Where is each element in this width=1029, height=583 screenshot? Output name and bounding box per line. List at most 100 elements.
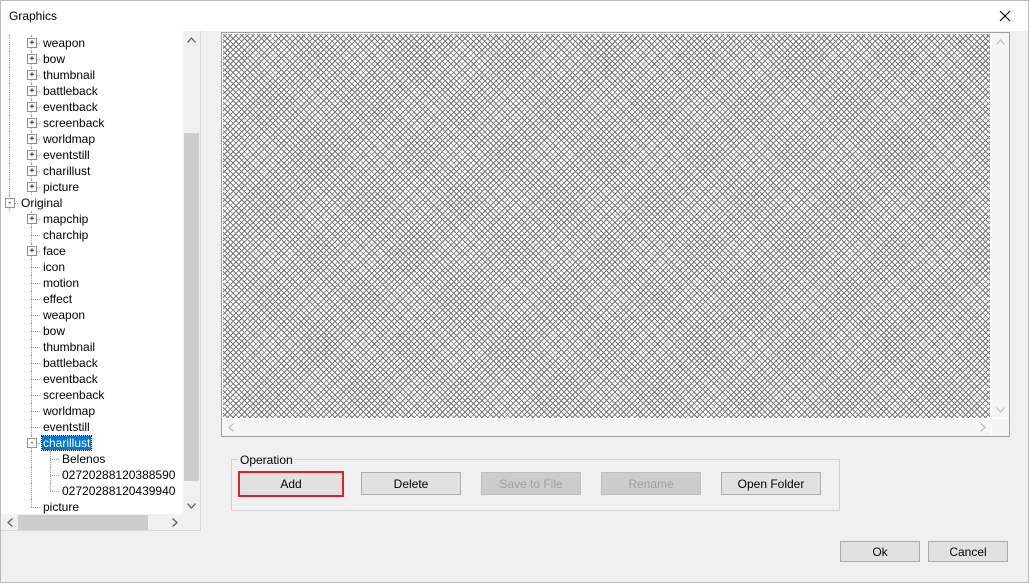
expand-plus-icon[interactable]: + bbox=[27, 70, 37, 80]
tree-item[interactable]: bow bbox=[1, 323, 183, 339]
title-bar: Graphics bbox=[1, 1, 1028, 31]
tree-item[interactable]: Belenos bbox=[1, 451, 183, 467]
tree-item[interactable]: + battleback bbox=[1, 83, 183, 99]
expand-plus-icon[interactable]: + bbox=[27, 86, 37, 96]
tree-item-label: mapchip bbox=[43, 212, 89, 226]
tree-item[interactable]: worldmap bbox=[1, 403, 183, 419]
tree-item[interactable]: eventback bbox=[1, 371, 183, 387]
tree-connector-line bbox=[9, 131, 10, 147]
tree-item[interactable]: + eventstill bbox=[1, 147, 183, 163]
collapse-minus-icon[interactable]: - bbox=[5, 198, 15, 208]
tree-item[interactable]: + face bbox=[1, 243, 183, 259]
tree-item-label: eventback bbox=[43, 100, 98, 114]
tree-item[interactable]: weapon bbox=[1, 307, 183, 323]
tree-horizontal-scroll-thumb[interactable] bbox=[18, 515, 148, 530]
tree-item-label: worldmap bbox=[43, 404, 96, 418]
expand-plus-icon[interactable]: + bbox=[27, 246, 37, 256]
tree-horizontal-scrollbar[interactable] bbox=[1, 514, 183, 530]
tree-item-label: eventstill bbox=[43, 420, 90, 434]
tree-item[interactable]: + charillust bbox=[1, 163, 183, 179]
expand-plus-icon[interactable]: + bbox=[27, 150, 37, 160]
tree-connector-line bbox=[50, 483, 51, 491]
scroll-left-arrow-icon[interactable] bbox=[1, 514, 18, 530]
tree-item-label: worldmap bbox=[43, 132, 96, 146]
add-button[interactable]: Add bbox=[238, 471, 344, 497]
tree-item-label: weapon bbox=[43, 308, 86, 322]
tree-connector-line bbox=[9, 163, 10, 179]
expand-plus-icon[interactable]: + bbox=[27, 134, 37, 144]
tree-connector-line bbox=[31, 507, 40, 508]
preview-scroll-left-icon[interactable] bbox=[222, 419, 239, 436]
rename-button[interactable]: Rename bbox=[601, 472, 701, 495]
tree-connector-line bbox=[31, 411, 40, 412]
open-folder-button[interactable]: Open Folder bbox=[721, 472, 821, 495]
tree-item[interactable]: icon bbox=[1, 259, 183, 275]
tree-item[interactable]: + eventback bbox=[1, 99, 183, 115]
tree-item[interactable]: + weapon bbox=[1, 35, 183, 51]
preview-scroll-down-icon[interactable] bbox=[992, 401, 1009, 418]
tree-item[interactable]: battleback bbox=[1, 355, 183, 371]
scrollbar-corner bbox=[183, 514, 200, 530]
scroll-down-arrow-icon[interactable] bbox=[183, 497, 200, 514]
preview-scroll-right-icon[interactable] bbox=[974, 419, 991, 436]
tree-item[interactable]: screenback bbox=[1, 387, 183, 403]
delete-button[interactable]: Delete bbox=[361, 472, 461, 495]
tree-item-label: weapon bbox=[43, 36, 86, 50]
tree-item[interactable]: eventstill bbox=[1, 419, 183, 435]
tree-item[interactable]: 02720288120388590 bbox=[1, 467, 183, 483]
tree-item[interactable]: thumbnail bbox=[1, 339, 183, 355]
tree-item[interactable]: motion bbox=[1, 275, 183, 291]
preview-scroll-up-icon[interactable] bbox=[992, 33, 1009, 50]
close-button[interactable] bbox=[982, 1, 1028, 31]
tree-item[interactable]: charchip bbox=[1, 227, 183, 243]
graphic-preview-pane[interactable] bbox=[221, 32, 1010, 437]
tree-item-label: thumbnail bbox=[43, 340, 96, 354]
tree-item[interactable]: 02720288120439940 bbox=[1, 483, 183, 499]
tree-item[interactable]: - charillust bbox=[1, 435, 183, 451]
expand-plus-icon[interactable]: + bbox=[27, 166, 37, 176]
tree-connector-line bbox=[31, 315, 40, 316]
preview-horizontal-scrollbar[interactable] bbox=[222, 419, 991, 436]
tree-item-label: screenback bbox=[43, 116, 105, 130]
expand-plus-icon[interactable]: + bbox=[27, 214, 37, 224]
tree-item[interactable]: picture bbox=[1, 499, 183, 514]
cancel-button[interactable]: Cancel bbox=[928, 541, 1008, 562]
tree-item[interactable]: effect bbox=[1, 291, 183, 307]
preview-vertical-scrollbar[interactable] bbox=[992, 33, 1009, 418]
tree-connector-line bbox=[31, 467, 32, 483]
tree-connector-line bbox=[31, 483, 32, 499]
tree-item-label: Original bbox=[21, 196, 63, 210]
scroll-up-arrow-icon[interactable] bbox=[183, 31, 200, 48]
tree-item[interactable]: + mapchip bbox=[1, 211, 183, 227]
graphics-tree[interactable]: + weapon + bow + thumbnail + battleback + eventba… bbox=[1, 31, 201, 531]
tree-item-label: charillust bbox=[40, 435, 93, 451]
scroll-right-arrow-icon[interactable] bbox=[166, 514, 183, 530]
tree-item[interactable]: + worldmap bbox=[1, 131, 183, 147]
tree-item[interactable]: - Original bbox=[1, 195, 183, 211]
tree-item-label: charchip bbox=[43, 228, 89, 242]
expand-plus-icon[interactable]: + bbox=[27, 182, 37, 192]
tree-item[interactable]: + bow bbox=[1, 51, 183, 67]
tree-item[interactable]: + picture bbox=[1, 179, 183, 195]
tree-item[interactable]: + screenback bbox=[1, 115, 183, 131]
tree-item-label: eventback bbox=[43, 372, 98, 386]
expand-plus-icon[interactable]: + bbox=[27, 118, 37, 128]
tree-item-label: motion bbox=[43, 276, 80, 290]
tree-vertical-scroll-thumb[interactable] bbox=[184, 133, 199, 481]
close-icon bbox=[999, 10, 1011, 22]
save-to-file-button[interactable]: Save to File bbox=[481, 472, 581, 495]
tree-item-label: charillust bbox=[43, 164, 91, 178]
tree-item[interactable]: + thumbnail bbox=[1, 67, 183, 83]
operation-group: Operation Add Delete Save to File Rename… bbox=[231, 453, 840, 511]
tree-connector-line bbox=[50, 475, 59, 476]
tree-connector-line bbox=[9, 83, 10, 99]
tree-connector-line bbox=[31, 379, 40, 380]
expand-plus-icon[interactable]: + bbox=[27, 38, 37, 48]
collapse-minus-icon[interactable]: - bbox=[27, 438, 37, 448]
ok-button[interactable]: Ok bbox=[840, 541, 920, 562]
tree-connector-line bbox=[9, 35, 10, 51]
expand-plus-icon[interactable]: + bbox=[27, 102, 37, 112]
tree-item-label: bow bbox=[43, 52, 66, 66]
expand-plus-icon[interactable]: + bbox=[27, 54, 37, 64]
tree-vertical-scrollbar[interactable] bbox=[183, 31, 200, 514]
